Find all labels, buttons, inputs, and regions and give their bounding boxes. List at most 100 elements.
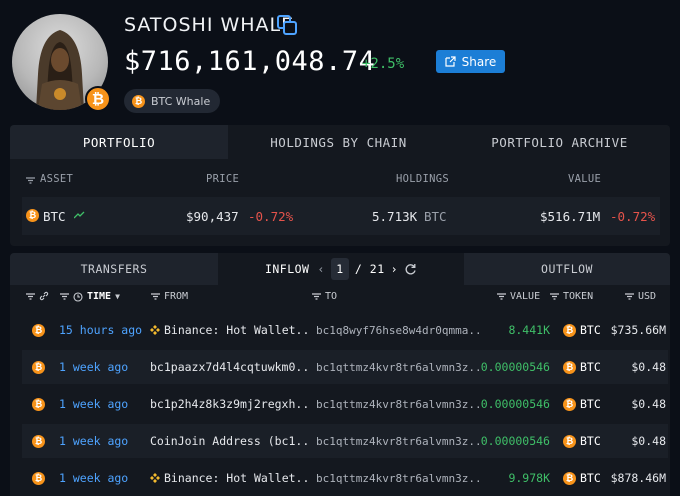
transfer-token[interactable]: ₿ BTC — [563, 434, 601, 448]
transfer-to[interactable]: bc1q8wyf76hse8w4dr0qmma... — [316, 324, 482, 337]
filter-icon[interactable] — [550, 293, 559, 300]
binance-icon — [150, 473, 160, 483]
copy-icon[interactable] — [276, 14, 298, 36]
tab-portfolio[interactable]: PORTFOLIO — [10, 125, 228, 159]
transfer-from[interactable]: bc1p2h4z8k3z9mj2regxh... — [150, 397, 310, 411]
transfer-usd: $878.46M — [610, 471, 666, 485]
token-symbol: BTC — [580, 323, 601, 337]
transfer-token[interactable]: ₿ BTC — [563, 323, 601, 337]
bitcoin-badge-icon: ₿ — [85, 86, 111, 112]
transfer-time[interactable]: 1 week ago — [59, 434, 128, 448]
transfer-usd: $0.48 — [631, 434, 666, 448]
asset-value: $516.71M — [540, 209, 601, 224]
bitcoin-icon: ₿ — [32, 398, 45, 411]
transfer-usd: $735.66M — [610, 323, 666, 337]
link-icon[interactable] — [39, 291, 49, 301]
transfer-usd: $0.48 — [631, 397, 666, 411]
column-price[interactable]: PRICE — [206, 173, 239, 185]
filter-icon[interactable] — [60, 293, 69, 300]
column-to[interactable]: TO — [312, 291, 337, 302]
bitcoin-icon: ₿ — [563, 434, 576, 448]
usd-label: USD — [638, 291, 657, 302]
page-total: / 21 — [354, 262, 385, 276]
filter-icon[interactable] — [26, 292, 35, 300]
transfer-value: 0.00000546 — [480, 397, 550, 411]
tab-inflow[interactable]: INFLOW ‹ 1 / 21 › — [218, 253, 464, 285]
transfer-from[interactable]: bc1paazx7d4l4cqtuwkm0... — [150, 360, 310, 374]
time-label: TIME — [87, 291, 112, 302]
transfer-token[interactable]: ₿ BTC — [563, 471, 601, 485]
token-symbol: BTC — [580, 471, 601, 485]
transfer-time[interactable]: 15 hours ago — [59, 323, 142, 337]
transfers-panel: TRANSFERS INFLOW ‹ 1 / 21 › OUTFLOW TIME… — [10, 253, 670, 496]
transfer-from[interactable]: Binance: Hot Wallet... — [150, 471, 310, 485]
value-label: VALUE — [510, 291, 541, 302]
transfer-time[interactable]: 1 week ago — [59, 360, 128, 374]
transfer-token[interactable]: ₿ BTC — [563, 397, 601, 411]
bitcoin-icon: ₿ — [26, 209, 39, 222]
transfer-time[interactable]: 1 week ago — [59, 397, 128, 411]
to-label: TO — [325, 291, 338, 302]
entity-name: SATOSHI WHALE — [124, 14, 295, 36]
value-change: -0.72% — [610, 209, 656, 224]
tab-transfers[interactable]: TRANSFERS — [10, 253, 218, 285]
holdings-unit: BTC — [424, 209, 447, 224]
column-token[interactable]: TOKEN — [550, 291, 593, 302]
filter-icon[interactable] — [151, 293, 160, 300]
bitcoin-icon: ₿ — [32, 472, 45, 485]
table-row[interactable]: ₿ 1 week ago CoinJoin Address (bc1... bc1qt… — [22, 424, 668, 458]
chevron-right-icon[interactable]: › — [391, 262, 398, 276]
transfer-token[interactable]: ₿ BTC — [563, 360, 601, 374]
refresh-icon[interactable] — [404, 263, 417, 276]
from-label: FROM — [164, 291, 189, 302]
balance-change: +2.5% — [362, 56, 405, 72]
column-value[interactable]: VALUE — [568, 173, 601, 185]
chevron-left-icon[interactable]: ‹ — [317, 262, 324, 276]
transfer-to[interactable]: bc1qttmz4kvr8tr6alvmn3z... — [316, 435, 482, 448]
sort-down-icon[interactable]: ▼ — [115, 292, 120, 301]
price-change: -0.72% — [248, 209, 294, 224]
trend-up-icon — [74, 211, 85, 219]
clock-icon — [73, 291, 83, 302]
tab-portfolio-archive[interactable]: PORTFOLIO ARCHIVE — [449, 125, 670, 159]
tab-holdings-by-chain[interactable]: HOLDINGS BY CHAIN — [228, 125, 449, 159]
filter-icon[interactable] — [26, 175, 35, 187]
column-holdings[interactable]: HOLDINGS — [396, 173, 449, 185]
tab-outflow[interactable]: OUTFLOW — [464, 253, 670, 285]
bitcoin-icon: ₿ — [563, 323, 576, 337]
table-row[interactable]: ₿ 1 week ago bc1p2h4z8k3z9mj2regxh... bc1qt… — [22, 387, 668, 421]
transfer-time[interactable]: 1 week ago — [59, 471, 128, 485]
column-asset[interactable]: ASSET — [40, 173, 73, 185]
table-row[interactable]: ₿ 1 week ago Binance: Hot Wallet... bc1qttm… — [22, 461, 668, 495]
asset-price: $90,437 — [186, 209, 239, 224]
tag-label: BTC Whale — [151, 94, 211, 108]
share-button[interactable]: Share — [436, 50, 505, 73]
from-address: Binance: Hot Wallet... — [164, 471, 310, 485]
column-value[interactable]: VALUE — [497, 291, 540, 302]
asset-symbol: BTC — [43, 209, 66, 224]
column-usd[interactable]: USD — [625, 291, 656, 302]
portfolio-panel: PORTFOLIO HOLDINGS BY CHAIN PORTFOLIO AR… — [10, 125, 670, 246]
page-current[interactable]: 1 — [330, 258, 349, 280]
token-symbol: BTC — [580, 397, 601, 411]
portfolio-row[interactable]: ₿ BTC $90,437 -0.72% 5.713K BTC $516.71M… — [22, 197, 660, 235]
column-time[interactable]: TIME ▼ — [60, 291, 120, 302]
transfer-to[interactable]: bc1qttmz4kvr8tr6alvmn3z... — [316, 398, 482, 411]
transfer-from[interactable]: Binance: Hot Wallet... — [150, 323, 310, 337]
table-row[interactable]: ₿ 15 hours ago Binance: Hot Wallet... bc1q8… — [22, 313, 668, 347]
filter-icon[interactable] — [625, 293, 634, 300]
transfer-from[interactable]: CoinJoin Address (bc1... — [150, 434, 310, 448]
bitcoin-icon: ₿ — [32, 361, 45, 374]
column-from[interactable]: FROM — [151, 291, 188, 302]
transfers-header: TIME ▼ FROM TO VALUE TOKEN USD — [10, 291, 670, 307]
from-address: Binance: Hot Wallet... — [164, 323, 310, 337]
table-row[interactable]: ₿ 1 week ago bc1paazx7d4l4cqtuwkm0... bc1qt… — [22, 350, 668, 384]
binance-icon — [150, 325, 160, 335]
external-link-icon — [445, 56, 456, 67]
entity-tag[interactable]: ₿ BTC Whale — [124, 89, 221, 113]
transfer-to[interactable]: bc1qttmz4kvr8tr6alvmn3z... — [316, 472, 482, 485]
transfer-to[interactable]: bc1qttmz4kvr8tr6alvmn3z... — [316, 361, 482, 374]
filter-icon[interactable] — [497, 293, 506, 300]
header-tools[interactable] — [26, 291, 49, 301]
filter-icon[interactable] — [312, 293, 321, 300]
